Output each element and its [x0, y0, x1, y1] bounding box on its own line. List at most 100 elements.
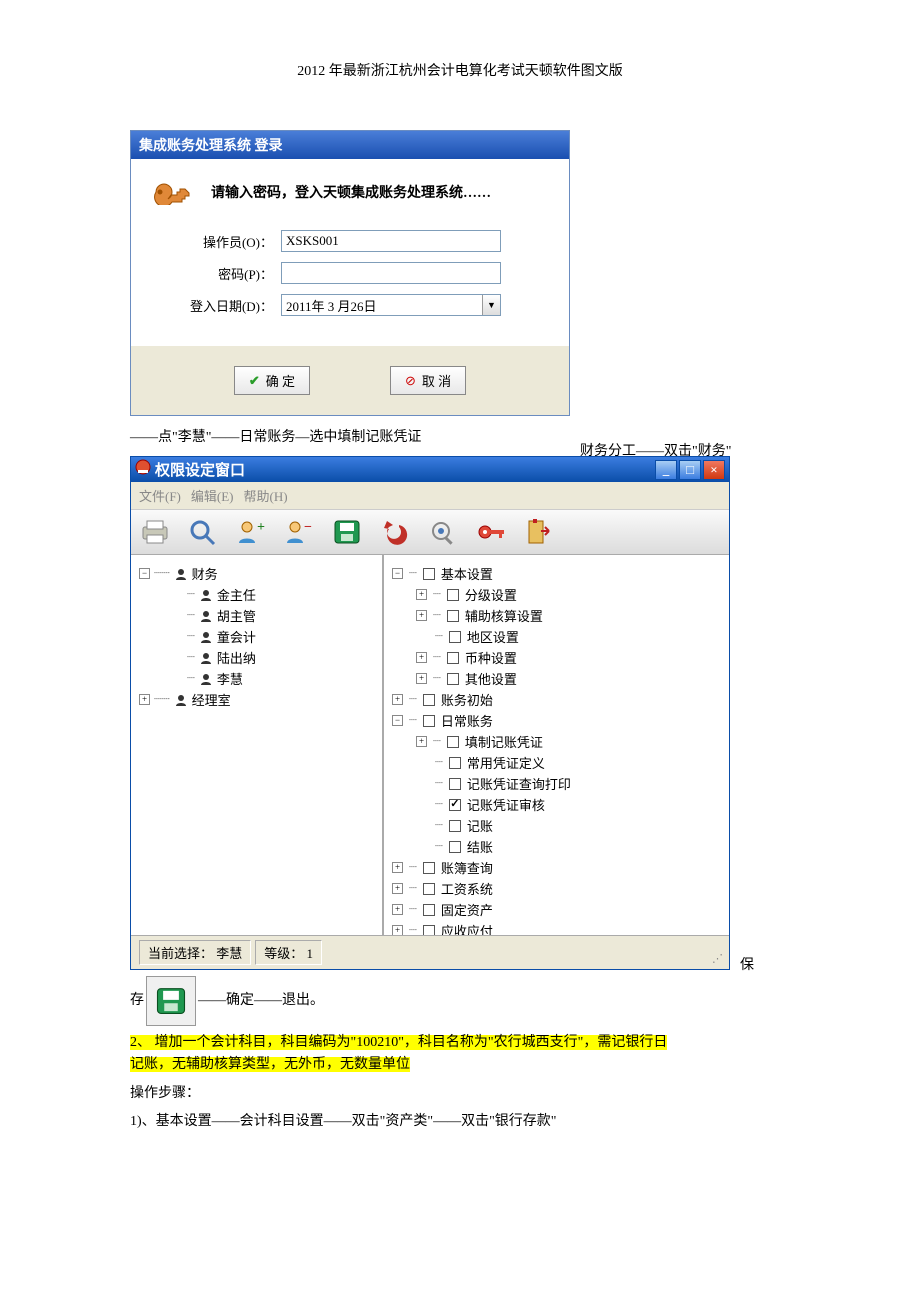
menu-edit[interactable]: 编辑(E): [191, 486, 234, 505]
tree-expander-icon[interactable]: +: [392, 904, 403, 915]
perm-item[interactable]: +┈分级设置: [392, 584, 721, 605]
menubar: 文件(F) 编辑(E) 帮助(H): [131, 482, 729, 510]
tree-person[interactable]: ┈胡主管: [139, 605, 374, 626]
perm-item[interactable]: +┈其他设置: [392, 668, 721, 689]
date-input[interactable]: [281, 294, 501, 316]
tree-label[interactable]: 经理室: [192, 690, 231, 709]
perm-label: 常用凭证定义: [467, 753, 545, 772]
perm-item[interactable]: ┈记账凭证查询打印: [392, 773, 721, 794]
close-button[interactable]: ×: [703, 460, 725, 480]
perm-label: 固定资产: [441, 900, 493, 919]
person-icon: [199, 588, 213, 602]
svg-text:+: +: [257, 520, 265, 535]
checkbox[interactable]: [447, 610, 459, 622]
tree-expander-icon[interactable]: +: [392, 883, 403, 894]
perm-item[interactable]: ┈结账: [392, 836, 721, 857]
toolbar-key-icon[interactable]: [471, 514, 511, 550]
perm-item[interactable]: ┈记账凭证审核: [392, 794, 721, 815]
perm-item[interactable]: +┈账务初始: [392, 689, 721, 710]
checkbox[interactable]: [449, 841, 461, 853]
tree-collapse-icon[interactable]: −: [139, 568, 150, 579]
tree-person[interactable]: ┈陆出纳: [139, 647, 374, 668]
menu-file[interactable]: 文件(F): [139, 486, 181, 505]
tree-expander-icon[interactable]: +: [392, 694, 403, 705]
perm-item[interactable]: −┈日常账务: [392, 710, 721, 731]
permission-window: 权限设定窗口 _ □ × 文件(F) 编辑(E) 帮助(H) + − − ┈┈ …: [130, 456, 730, 970]
tree-person[interactable]: ┈李慧: [139, 668, 374, 689]
login-prompt: 请输入密码，登入天顿集成账务处理系统……: [211, 182, 491, 202]
checkbox[interactable]: [423, 904, 435, 916]
checkbox[interactable]: [449, 820, 461, 832]
checkbox[interactable]: [449, 631, 461, 643]
toolbar-search-icon[interactable]: [183, 514, 223, 550]
tree-person[interactable]: ┈童会计: [139, 626, 374, 647]
check-icon: ✔: [249, 373, 260, 389]
perm-item[interactable]: +┈固定资产: [392, 899, 721, 920]
perm-label: 工资系统: [441, 879, 493, 898]
perm-item[interactable]: +┈填制记账凭证: [392, 731, 721, 752]
tree-expander-icon[interactable]: +: [416, 673, 427, 684]
checkbox[interactable]: [423, 715, 435, 727]
maximize-button[interactable]: □: [679, 460, 701, 480]
checkbox[interactable]: [449, 778, 461, 790]
person-name: 胡主管: [217, 606, 256, 625]
toolbar-exit-icon[interactable]: [519, 514, 559, 550]
perm-item[interactable]: ┈地区设置: [392, 626, 721, 647]
chevron-down-icon[interactable]: ▼: [482, 295, 500, 315]
checkbox[interactable]: [423, 568, 435, 580]
tree-person[interactable]: ┈金主任: [139, 584, 374, 605]
password-input[interactable]: [281, 262, 501, 284]
perm-item[interactable]: +┈应收应付: [392, 920, 721, 935]
toolbar-add-user-icon[interactable]: +: [231, 514, 271, 550]
checkbox[interactable]: [423, 925, 435, 936]
perm-item[interactable]: +┈辅助核算设置: [392, 605, 721, 626]
checkbox[interactable]: [447, 736, 459, 748]
tree-expander-icon[interactable]: −: [392, 715, 403, 726]
checkbox[interactable]: [423, 862, 435, 874]
perm-item[interactable]: +┈工资系统: [392, 878, 721, 899]
perm-label: 辅助核算设置: [465, 606, 543, 625]
perm-label: 分级设置: [465, 585, 517, 604]
perm-item[interactable]: +┈账簿查询: [392, 857, 721, 878]
perm-item[interactable]: +┈币种设置: [392, 647, 721, 668]
tree-expander-icon[interactable]: +: [416, 736, 427, 747]
checkbox[interactable]: [449, 799, 461, 811]
tree-expander-icon[interactable]: +: [416, 610, 427, 621]
status-level-value: 1: [307, 946, 314, 961]
perm-item[interactable]: −┈基本设置: [392, 563, 721, 584]
save-icon[interactable]: [146, 976, 196, 1026]
checkbox[interactable]: [447, 673, 459, 685]
statusbar: 当前选择： 李慧 等级： 1 ⋰: [131, 935, 729, 969]
checkbox[interactable]: [447, 652, 459, 664]
perm-item[interactable]: ┈记账: [392, 815, 721, 836]
checkbox[interactable]: [423, 694, 435, 706]
tree-expander-icon[interactable]: +: [392, 862, 403, 873]
tree-expand-icon[interactable]: +: [139, 694, 150, 705]
tree-label[interactable]: 财务: [192, 564, 218, 583]
operator-input[interactable]: [281, 230, 501, 252]
perm-label: 结账: [467, 837, 493, 856]
left-tree: − ┈┈ 财务 ┈金主任┈胡主管┈童会计┈陆出纳┈李慧 + ┈┈ 经理室: [131, 555, 384, 935]
checkbox[interactable]: [447, 589, 459, 601]
toolbar-save-icon[interactable]: [327, 514, 367, 550]
toolbar-print-icon[interactable]: [135, 514, 175, 550]
person-icon: [199, 609, 213, 623]
toolbar-undo-icon[interactable]: [375, 514, 415, 550]
perm-item[interactable]: ┈常用凭证定义: [392, 752, 721, 773]
minimize-button[interactable]: _: [655, 460, 677, 480]
person-name: 金主任: [217, 585, 256, 604]
menu-help[interactable]: 帮助(H): [244, 486, 288, 505]
ok-button[interactable]: ✔ 确 定: [234, 366, 310, 395]
checkbox[interactable]: [423, 883, 435, 895]
perm-label: 账簿查询: [441, 858, 493, 877]
toolbar-settings-icon[interactable]: [423, 514, 463, 550]
checkbox[interactable]: [449, 757, 461, 769]
toolbar-remove-user-icon[interactable]: −: [279, 514, 319, 550]
tree-expander-icon[interactable]: +: [392, 925, 403, 935]
resize-grip-icon[interactable]: ⋰: [712, 952, 721, 965]
tree-expander-icon[interactable]: −: [392, 568, 403, 579]
tree-expander-icon[interactable]: +: [416, 589, 427, 600]
tree-expander-icon[interactable]: +: [416, 652, 427, 663]
perm-label: 其他设置: [465, 669, 517, 688]
cancel-button[interactable]: ⊘ 取 消: [390, 366, 466, 395]
